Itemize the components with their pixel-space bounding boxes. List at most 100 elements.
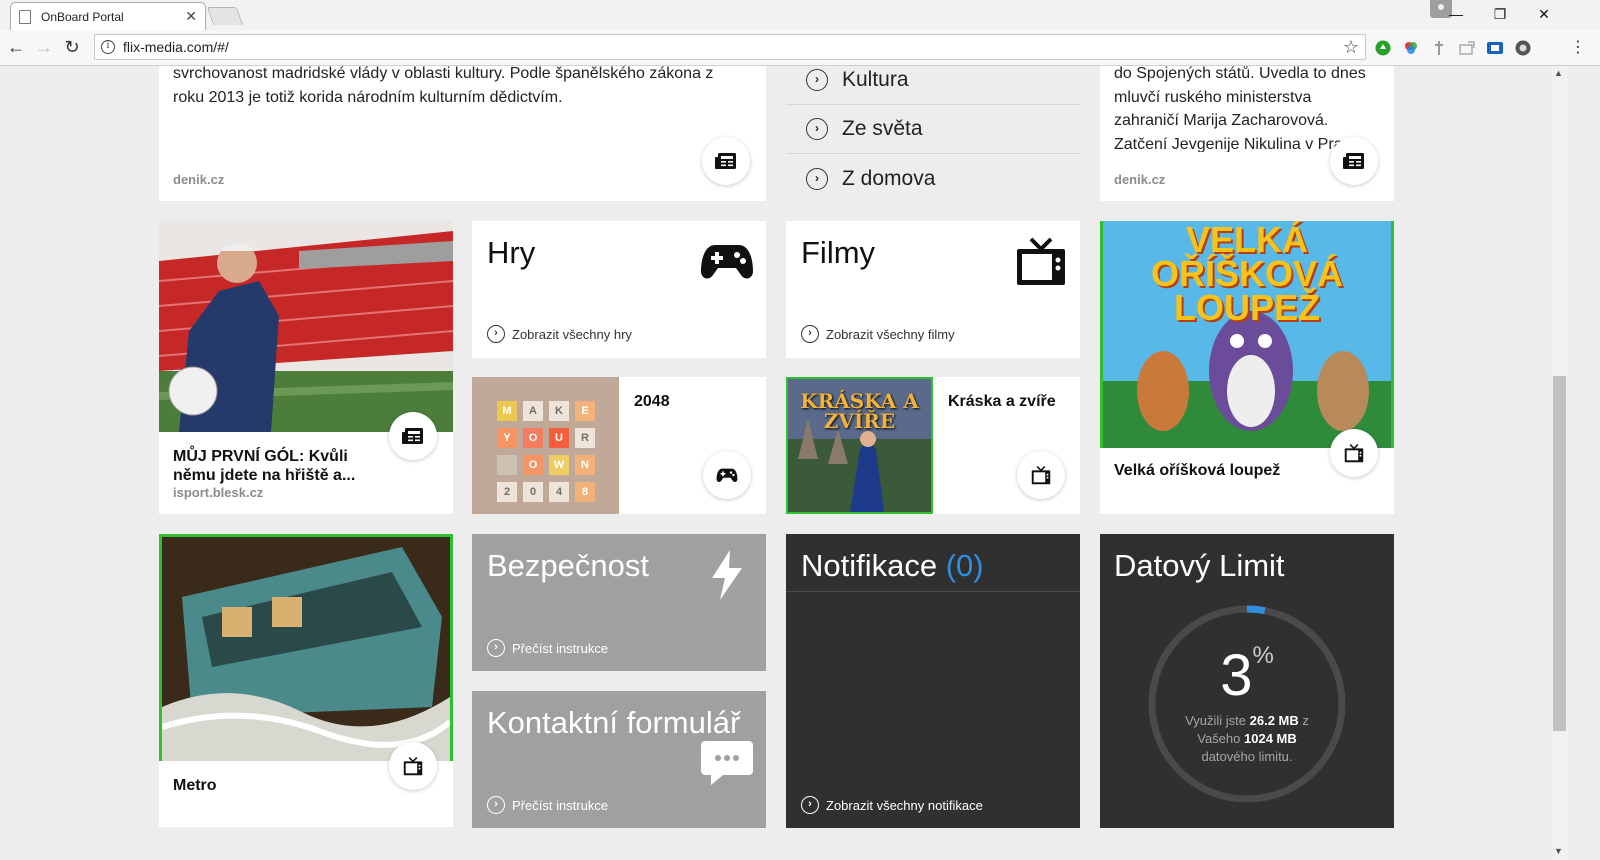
contact-title: Kontaktní formulář xyxy=(487,705,741,740)
tile-cell: 4 xyxy=(549,482,569,502)
scroll-down-icon[interactable]: ▼ xyxy=(1554,846,1563,856)
news-source[interactable]: isport.blesk.cz xyxy=(173,485,263,500)
share-extension-icon[interactable] xyxy=(1458,39,1476,57)
games-title: Hry xyxy=(487,235,536,270)
category-ze-sveta[interactable]: › Ze světa xyxy=(786,105,1080,154)
used-prefix: Využili jste xyxy=(1185,713,1247,728)
tv-icon xyxy=(389,742,437,790)
page-icon xyxy=(19,9,31,24)
read-instructions-link[interactable]: › Přečíst instrukce xyxy=(487,639,608,657)
movie-tile-kraska[interactable]: KRÁSKA A ZVÍŘE Kráska a zvíře xyxy=(786,377,1080,514)
browser-tab-strip: OnBoard Portal ✕ — ❐ ✕ xyxy=(0,0,1600,30)
movie-title: Kráska a zvíře xyxy=(948,393,1056,410)
adblock-extension-icon[interactable] xyxy=(1374,39,1392,57)
chevron-right-icon: › xyxy=(806,118,828,140)
back-icon[interactable]: ← xyxy=(4,35,28,59)
category-label: Kultura xyxy=(842,68,909,91)
game-tile-2048[interactable]: M A K E Y O U R O W N 2 0 4 8 2048 xyxy=(472,377,766,514)
tab-title: OnBoard Portal xyxy=(41,9,124,24)
movie-tile-loupez[interactable]: VELKÁ OŘÍŠKOVÁ LOUPEŽ Velká oříšková lou… xyxy=(1100,221,1394,514)
page-scrollbar[interactable]: ▲ ▼ xyxy=(1551,66,1568,860)
movie-title: Velká oříšková loupež xyxy=(1114,462,1281,479)
tile-cell: Y xyxy=(497,428,517,448)
article-source[interactable]: denik.cz xyxy=(173,172,224,187)
show-all-notifications-link[interactable]: › Zobrazit všechny notifikace xyxy=(801,796,983,814)
tile-cell: 0 xyxy=(523,482,543,502)
info-icon[interactable]: i xyxy=(101,40,115,54)
new-tab-button[interactable] xyxy=(206,7,244,25)
tile-cell xyxy=(497,455,517,475)
chevron-right-icon: › xyxy=(487,325,505,343)
movie-title: Metro xyxy=(173,777,217,794)
security-title: Bezpečnost xyxy=(487,548,649,583)
total-value: 1024 MB xyxy=(1244,731,1297,746)
data-limit-tile: Datový Limit 3% Využili jste 26.2 MB z V… xyxy=(1100,534,1394,828)
article-text: do Spojených států. Uvedla to dnes mluvč… xyxy=(1114,66,1366,152)
link-label: Přečíst instrukce xyxy=(512,797,609,813)
scroll-up-icon[interactable]: ▲ xyxy=(1554,68,1563,78)
contact-form-tile[interactable]: Kontaktní formulář › Přečíst instrukce xyxy=(472,691,766,828)
notifications-count: (0) xyxy=(945,548,984,583)
article-card-left[interactable]: svrchovanost madridské vlády v oblasti k… xyxy=(159,66,766,201)
restore-button[interactable]: ❐ xyxy=(1478,0,1522,28)
lightning-icon xyxy=(712,550,742,600)
newspaper-icon xyxy=(389,412,437,460)
address-bar[interactable]: i flix-media.com/#/ ☆ xyxy=(94,34,1366,60)
article-text: svrchovanost madridské vlády v oblasti k… xyxy=(173,66,714,106)
reload-icon[interactable]: ↻ xyxy=(60,35,84,59)
show-all-games-link[interactable]: › Zobrazit všechny hry xyxy=(487,325,632,343)
tile-cell: N xyxy=(575,455,595,475)
pin-extension-icon[interactable] xyxy=(1430,39,1448,57)
news-tile-football[interactable]: MŮJ PRVNÍ GÓL: Kvůli němu jdete na hřišt… xyxy=(159,221,453,514)
link-label: Zobrazit všechny hry xyxy=(512,326,632,342)
translate-extension-icon[interactable] xyxy=(1486,39,1504,57)
read-instructions-link[interactable]: › Přečíst instrukce xyxy=(487,796,608,814)
forward-icon[interactable]: → xyxy=(32,35,56,59)
news-photo xyxy=(159,221,453,432)
chevron-right-icon: › xyxy=(801,325,819,343)
percent-display: 3% xyxy=(1100,642,1394,709)
globe-extension-icon[interactable] xyxy=(1514,39,1532,57)
tv-icon xyxy=(1017,237,1065,285)
tile-cell: M xyxy=(497,401,517,421)
close-window-button[interactable]: ✕ xyxy=(1522,0,1566,28)
news-headline[interactable]: MŮJ PRVNÍ GÓL: Kvůli němu jdete na hřišt… xyxy=(173,447,393,485)
newspaper-icon xyxy=(1330,137,1378,185)
article-source[interactable]: denik.cz xyxy=(1114,172,1165,187)
menu-icon[interactable]: ⋮ xyxy=(1566,35,1590,59)
divider xyxy=(786,591,1080,592)
movie-poster xyxy=(159,534,453,761)
browser-tab[interactable]: OnBoard Portal ✕ xyxy=(10,2,206,30)
tv-icon xyxy=(1330,429,1378,477)
movie-poster: KRÁSKA A ZVÍŘE xyxy=(786,377,933,514)
article-card-right[interactable]: do Spojených států. Uvedla to dnes mluvč… xyxy=(1100,66,1394,201)
chevron-right-icon: › xyxy=(801,796,819,814)
tile-cell: A xyxy=(523,401,543,421)
minimize-button[interactable]: — xyxy=(1434,0,1478,28)
close-icon[interactable]: ✕ xyxy=(185,8,197,25)
link-label: Zobrazit všechny notifikace xyxy=(826,797,983,813)
games-tile[interactable]: Hry › Zobrazit všechny hry xyxy=(472,221,766,358)
movie-tile-metro[interactable]: Metro xyxy=(159,534,453,827)
newspaper-icon xyxy=(702,137,750,185)
security-tile[interactable]: Bezpečnost › Přečíst instrukce xyxy=(472,534,766,671)
total-suffix: datového limitu. xyxy=(1201,749,1293,764)
category-label: Z domova xyxy=(842,166,936,190)
tile-cell: U xyxy=(549,428,569,448)
color-extension-icon[interactable] xyxy=(1402,39,1420,57)
poster-title: KRÁSKA A ZVÍŘE xyxy=(800,389,919,433)
tile-cell: E xyxy=(575,401,595,421)
show-all-movies-link[interactable]: › Zobrazit všechny filmy xyxy=(801,325,955,343)
poster-art xyxy=(162,537,450,761)
notifications-tile[interactable]: Notifikace (0) › Zobrazit všechny notifi… xyxy=(786,534,1080,828)
scroll-thumb[interactable] xyxy=(1553,376,1566,731)
url-text[interactable]: flix-media.com/#/ xyxy=(123,39,1343,55)
poster-title: VELKÁ OŘÍŠKOVÁ LOUPEŽ xyxy=(1150,221,1344,328)
game-thumbnail-2048: M A K E Y O U R O W N 2 0 4 8 xyxy=(472,377,619,514)
tile-cell: R xyxy=(575,428,595,448)
used-value: 26.2 MB xyxy=(1249,713,1299,728)
movies-tile[interactable]: Filmy › Zobrazit všechny filmy xyxy=(786,221,1080,358)
category-kultura[interactable]: › Kultura xyxy=(786,56,1080,105)
category-z-domova[interactable]: › Z domova xyxy=(786,154,1080,203)
bookmark-star-icon[interactable]: ☆ xyxy=(1343,37,1359,58)
